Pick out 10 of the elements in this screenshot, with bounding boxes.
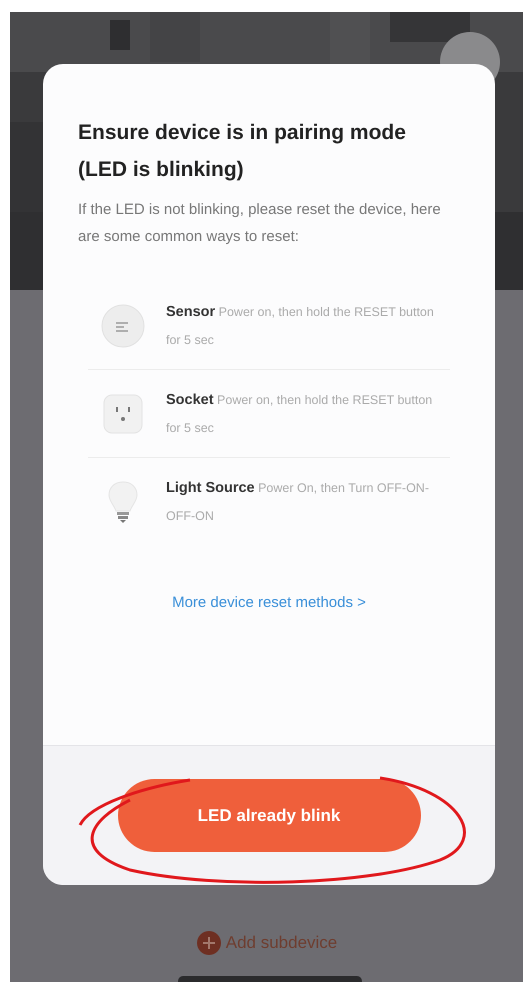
dialog-title: Ensure device is in pairing mode (LED is blinking) [78,120,407,183]
led-already-blink-button[interactable]: LED already blink [118,779,420,852]
add-subdevice-button[interactable]: Add subdevice [196,930,338,956]
plus-icon [196,930,222,956]
reset-method-text: Sensor Power on, then hold the RESET button for 5 sec [166,302,435,348]
reset-method-text: Light Source Power On, then Turn OFF-ON-OFF-ON [166,479,430,525]
reset-method-text: Socket Power on, then hold the RESET button for 5 sec [166,390,434,436]
more-methods-link[interactable]: More device reset methods > [172,592,366,614]
dialog-description: If the LED is not blinking, please reset the device, here are some common ways to reset: [78,200,442,247]
sensor-icon [100,302,146,348]
